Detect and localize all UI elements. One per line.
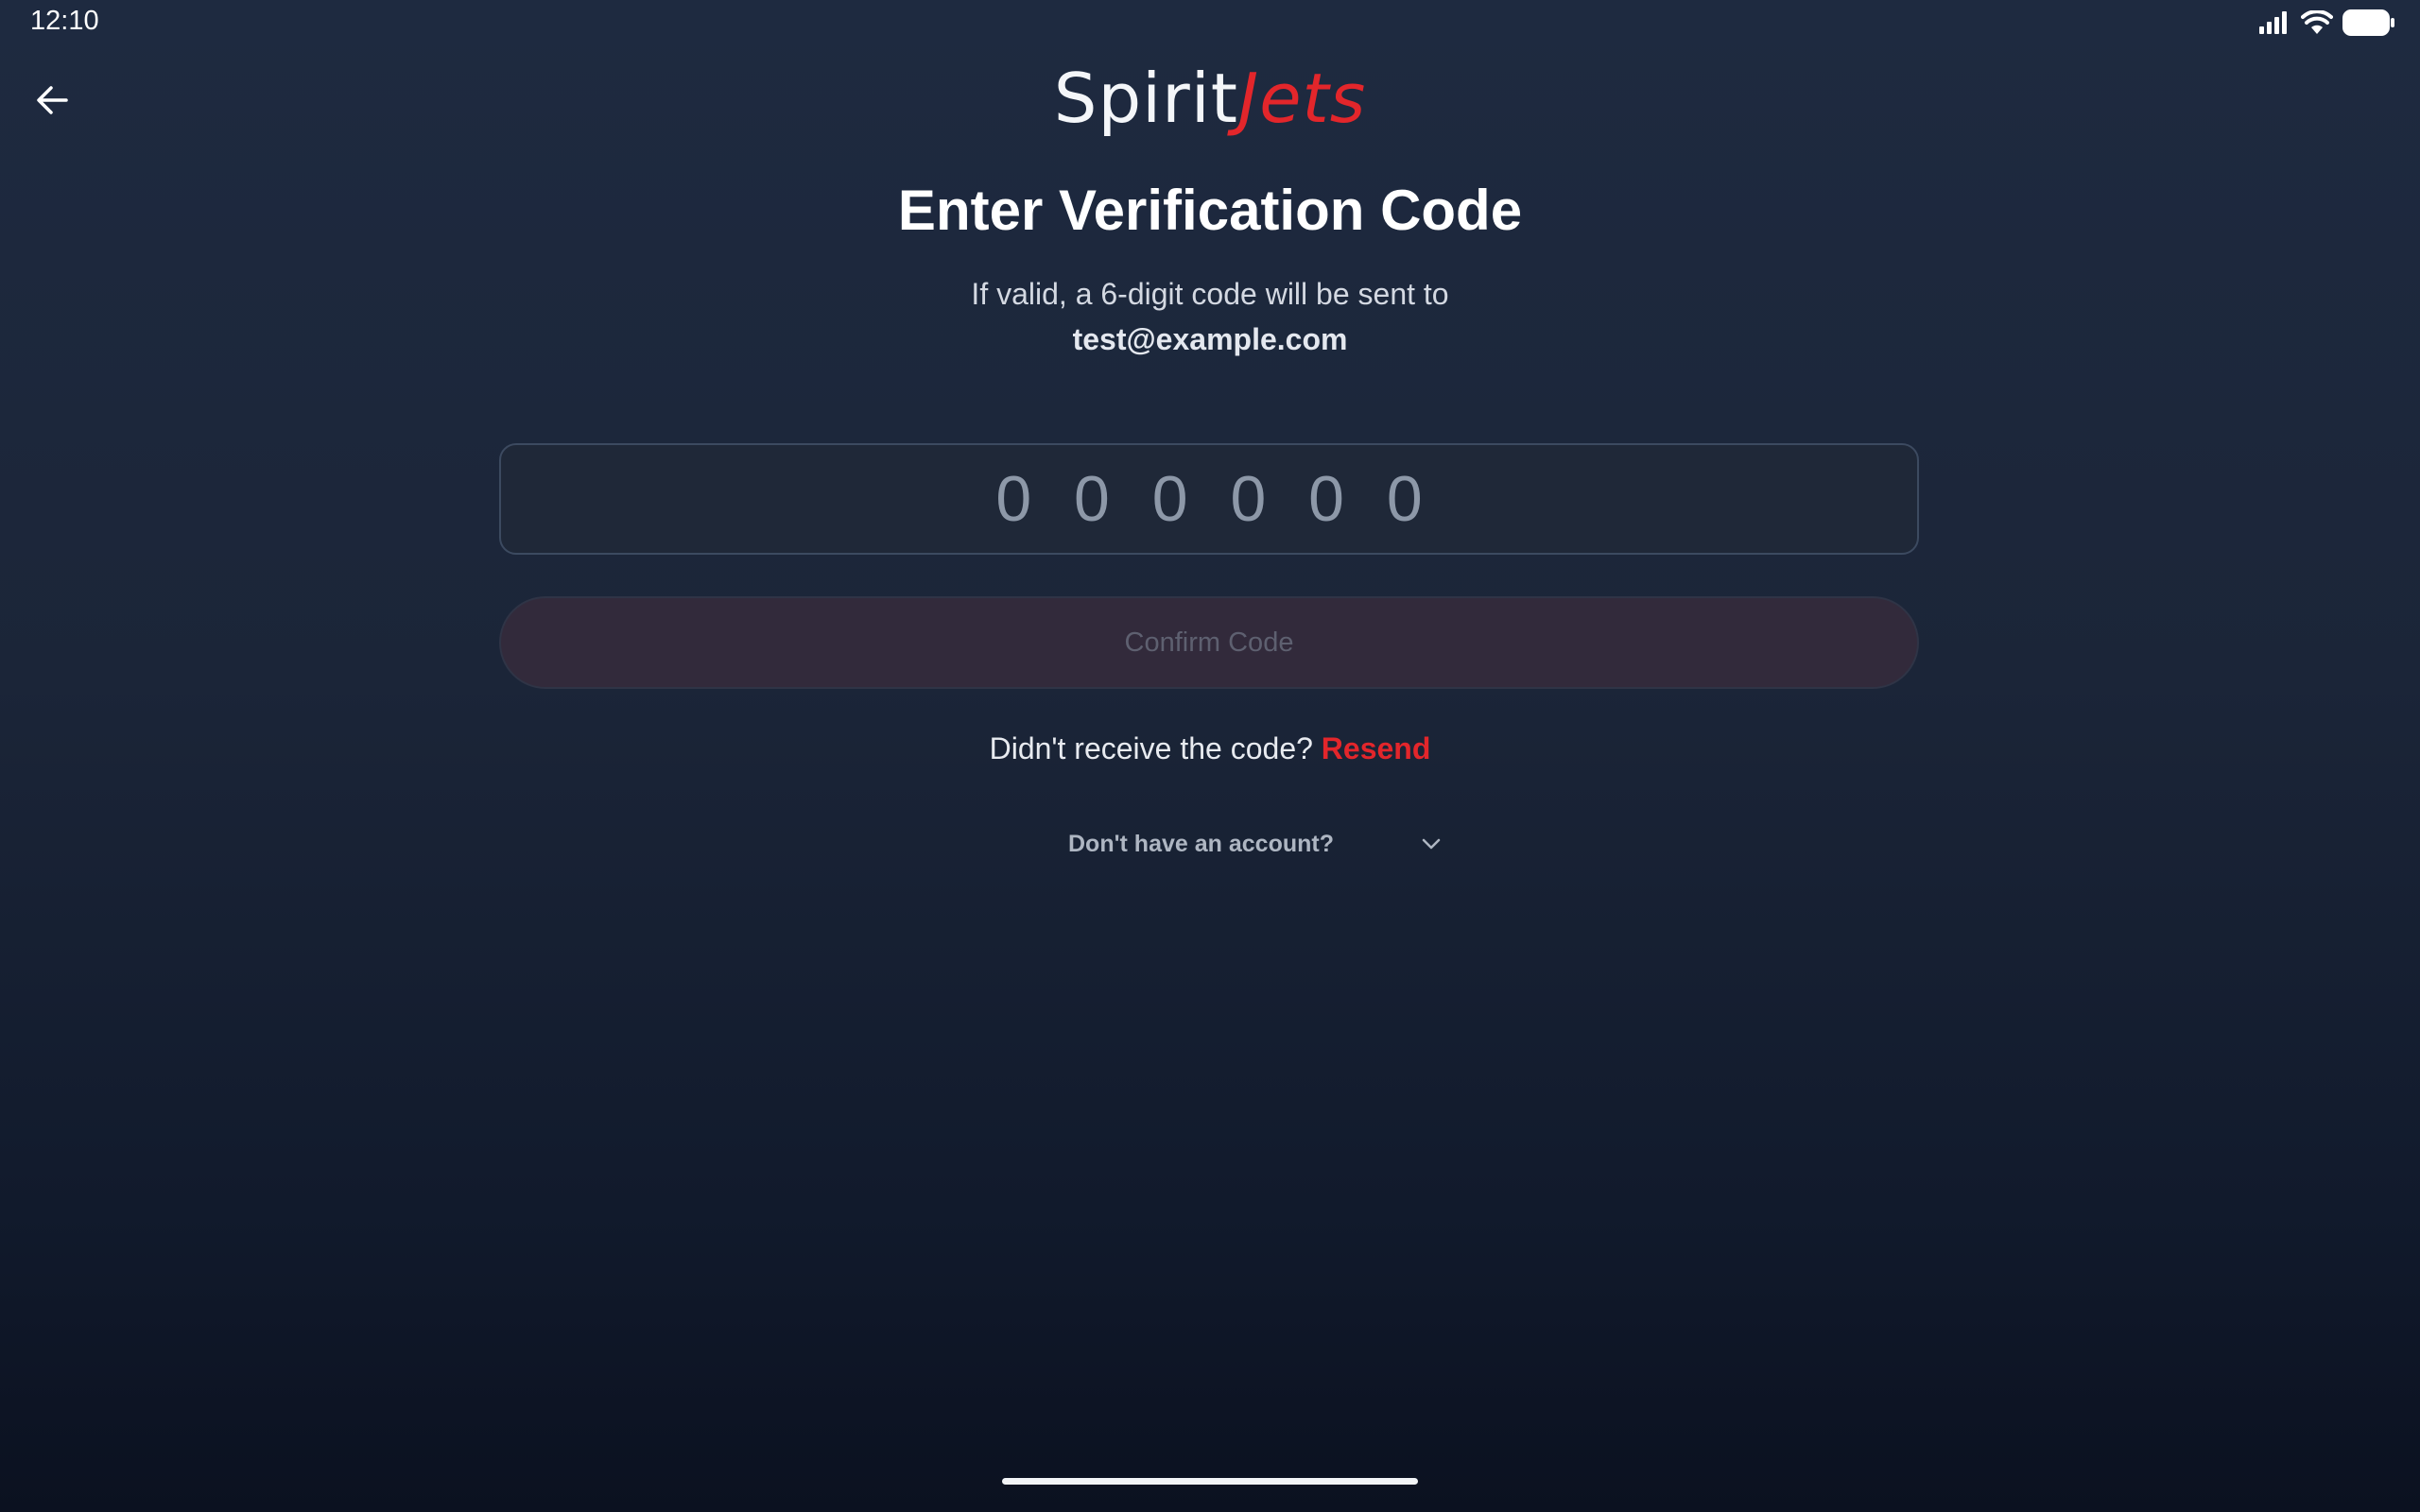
- account-toggle[interactable]: Don't have an account?: [1068, 825, 1446, 863]
- status-icons: [2259, 9, 2395, 41]
- status-time: 12:10: [30, 6, 99, 36]
- spiritjets-logo: Spirit Jets: [1021, 59, 1399, 138]
- status-bar: 12:10: [0, 0, 2420, 45]
- wifi-icon: [2301, 9, 2333, 40]
- code-placeholder: 0 0 0 0 0 0: [995, 463, 1423, 535]
- back-button[interactable]: [28, 77, 78, 127]
- signal-icon: [2259, 11, 2291, 39]
- resend-link[interactable]: Resend: [1322, 731, 1431, 765]
- resend-row: Didn't receive the code? Resend: [0, 731, 2420, 766]
- battery-icon: [2342, 9, 2395, 41]
- account-prompt: Don't have an account?: [1068, 830, 1334, 857]
- arrow-left-icon: [34, 81, 72, 124]
- home-indicator[interactable]: [1002, 1478, 1418, 1485]
- subtitle: If valid, a 6-digit code will be sent to: [971, 277, 1449, 311]
- verification-code-input[interactable]: 0 0 0 0 0 0: [499, 443, 1919, 555]
- page-title: Enter Verification Code: [897, 179, 1523, 242]
- logo-text-spirit: Spirit: [1053, 59, 1238, 138]
- chevron-down-icon: [1420, 833, 1443, 862]
- logo-text-jets: Jets: [1237, 59, 1367, 138]
- email-address: test@example.com: [1072, 322, 1348, 356]
- confirm-code-button[interactable]: Confirm Code: [499, 596, 1919, 689]
- resend-prompt: Didn't receive the code?: [989, 731, 1313, 765]
